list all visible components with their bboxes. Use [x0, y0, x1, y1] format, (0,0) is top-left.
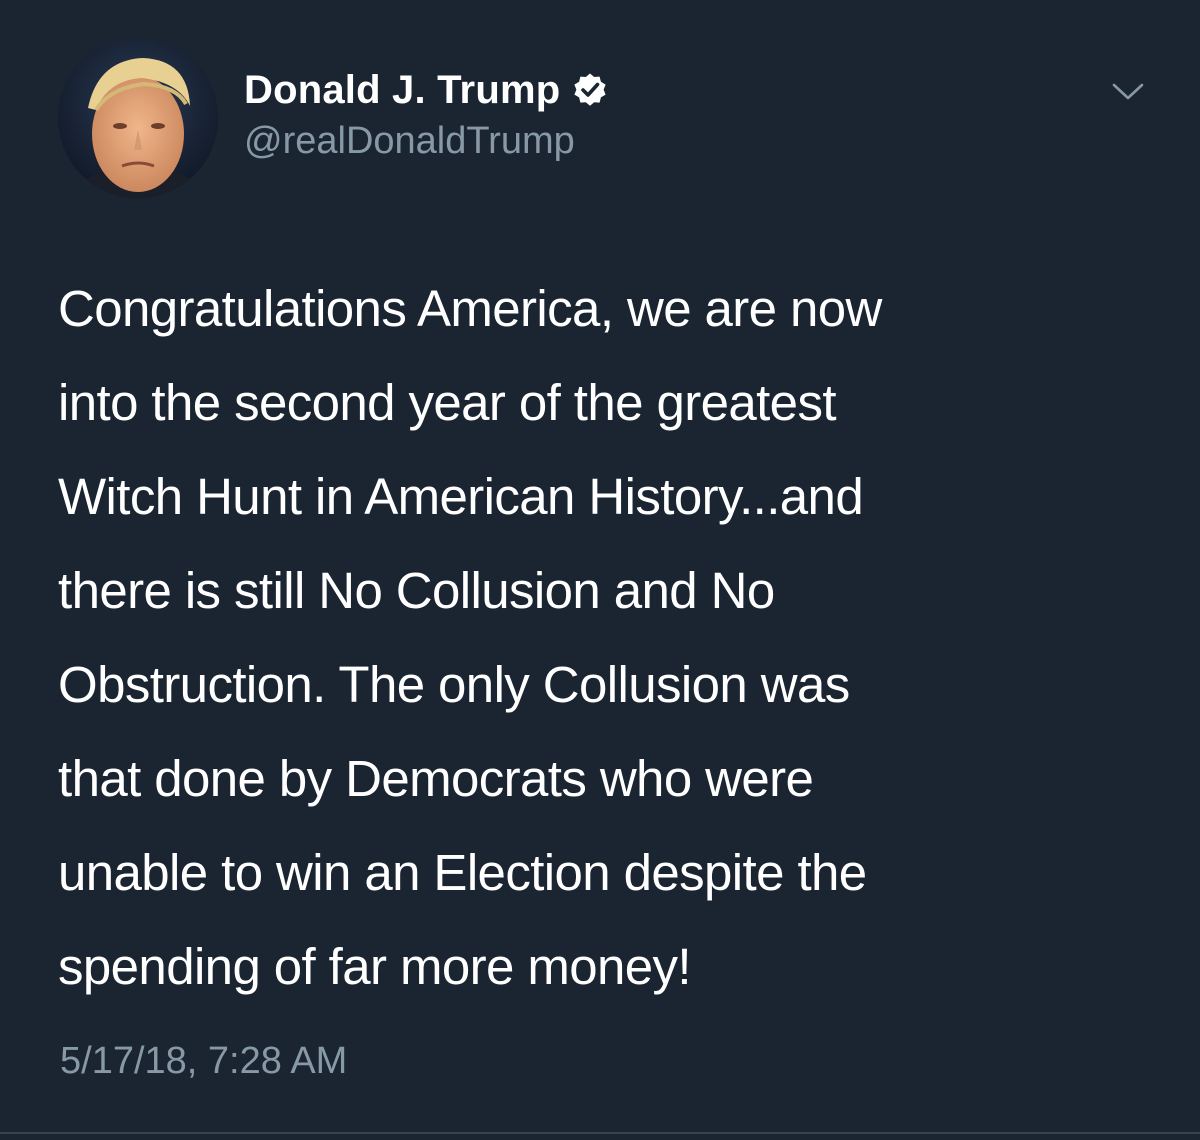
tweet-text-line: Obstruction. The only Collusion was	[58, 656, 850, 713]
avatar[interactable]	[58, 38, 218, 198]
verified-badge-icon	[572, 72, 608, 108]
display-name[interactable]: Donald J. Trump	[244, 68, 560, 113]
tweet-text: Congratulations America, we are now into…	[58, 262, 1168, 1014]
tweet-timestamp[interactable]: 5/17/18, 7:28 AM	[60, 1040, 347, 1083]
tweet-text-line: spending of far more money!	[58, 938, 692, 995]
name-row: Donald J. Trump	[244, 64, 608, 116]
author-info: Donald J. Trump @realDonaldTrump	[244, 64, 608, 163]
handle[interactable]: @realDonaldTrump	[244, 120, 608, 163]
tweet-text-line: Congratulations America, we are now	[58, 280, 882, 337]
tweet-card: Donald J. Trump @realDonaldTrump Congrat…	[0, 0, 1200, 1140]
tweet-text-line: unable to win an Election despite the	[58, 844, 867, 901]
divider	[0, 1132, 1200, 1134]
avatar-image	[58, 38, 218, 198]
tweet-text-line: into the second year of the greatest	[58, 374, 837, 431]
tweet-text-line: that done by Democrats who were	[58, 750, 814, 807]
chevron-down-icon[interactable]	[1108, 76, 1148, 106]
tweet-text-line: Witch Hunt in American History...and	[58, 468, 864, 525]
tweet-text-line: there is still No Collusion and No	[58, 562, 775, 619]
